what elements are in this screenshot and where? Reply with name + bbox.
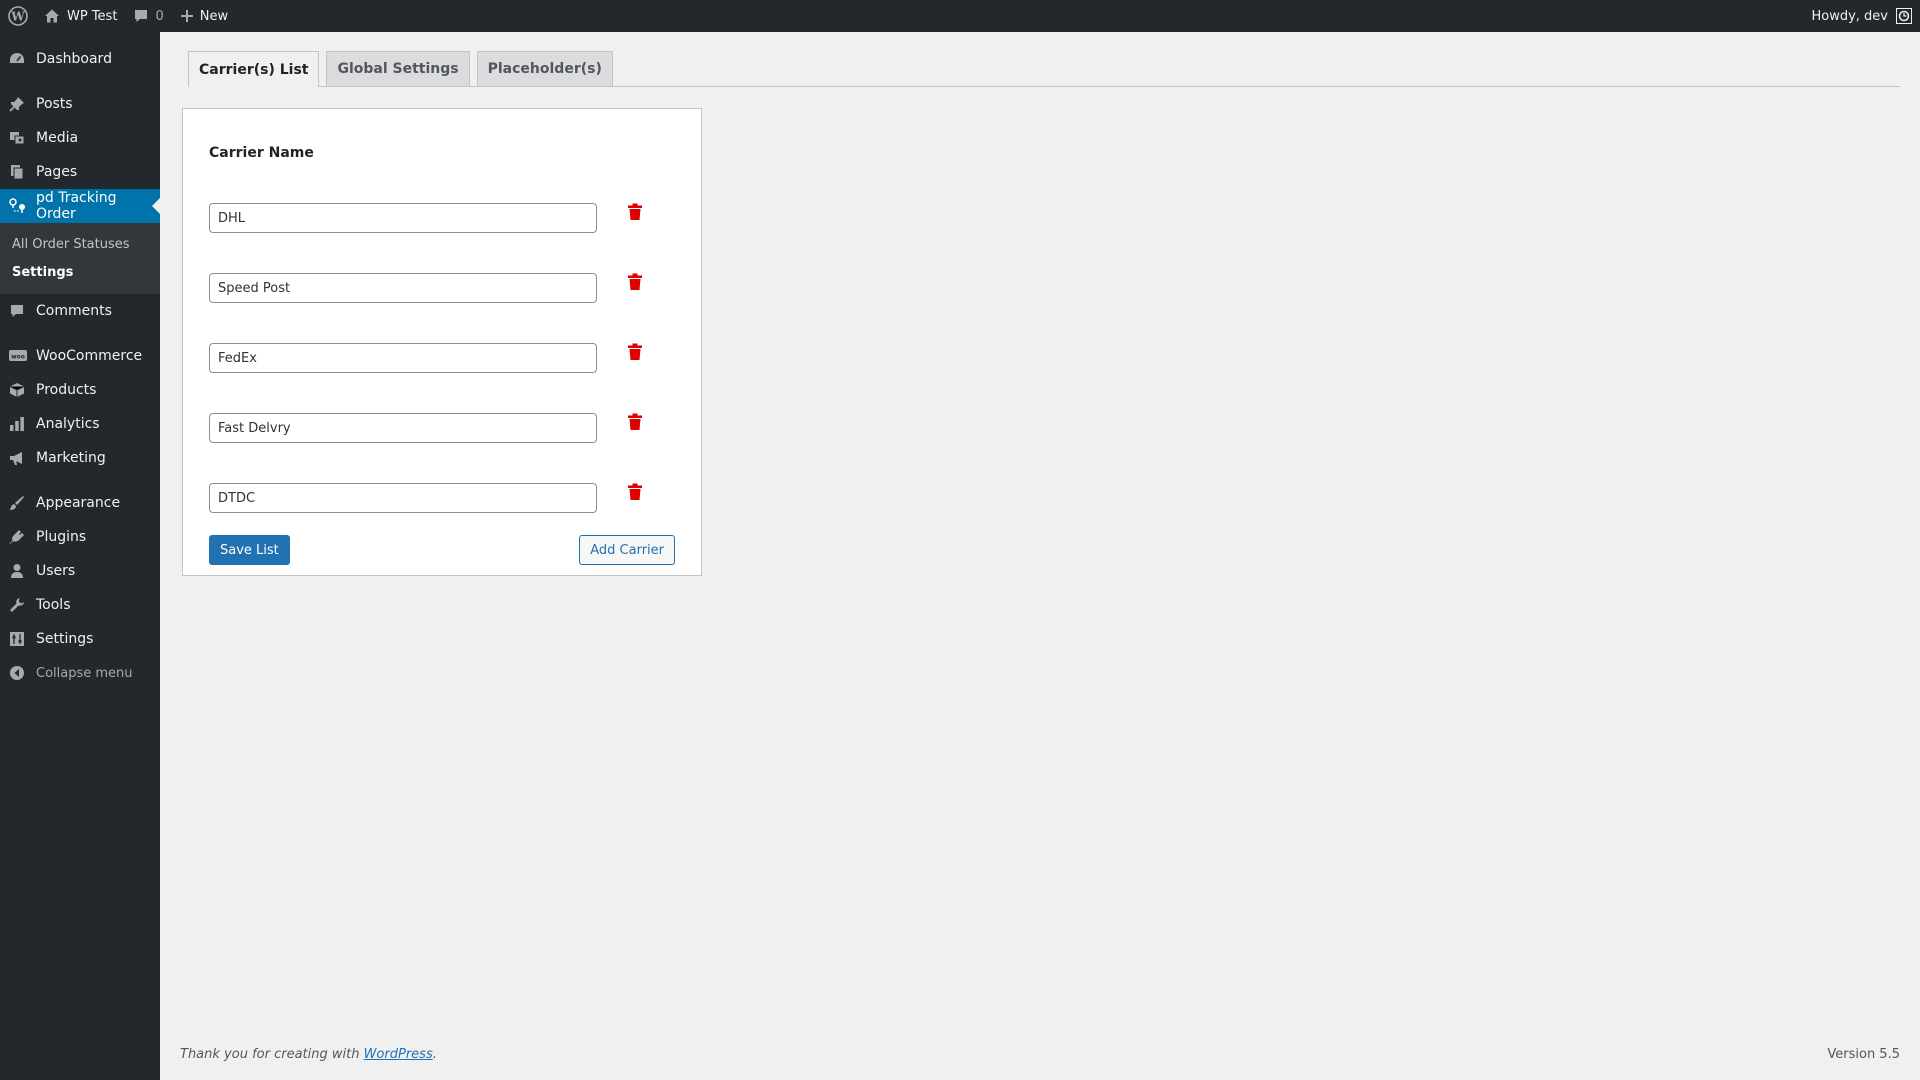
sidebar-item-label: Comments: [36, 303, 112, 319]
submenu-item-all-order-statuses[interactable]: All Order Statuses: [0, 230, 160, 258]
pages-icon: [9, 164, 25, 180]
settings-tabs: Carrier(s) List Global Settings Placehol…: [188, 51, 1900, 87]
sidebar-item-products[interactable]: Products: [0, 373, 160, 407]
sidebar-item-settings[interactable]: Settings: [0, 622, 160, 656]
location-icon: [9, 198, 25, 214]
carrier-name-input[interactable]: [209, 343, 597, 373]
admin-sidebar: Dashboard Posts Media Pages pd Tracking …: [0, 32, 160, 1080]
sliders-icon: [9, 631, 25, 647]
sidebar-item-label: Posts: [36, 96, 73, 112]
sidebar-item-pages[interactable]: Pages: [0, 155, 160, 189]
sidebar-item-plugins[interactable]: Plugins: [0, 520, 160, 554]
tab-global-settings[interactable]: Global Settings: [326, 51, 470, 86]
trash-icon[interactable]: [627, 483, 643, 503]
sidebar-item-analytics[interactable]: Analytics: [0, 407, 160, 441]
media-icon: [9, 130, 25, 146]
megaphone-icon: [9, 450, 25, 466]
footer-thank-you-suffix: .: [432, 1047, 437, 1062]
sidebar-item-dashboard[interactable]: Dashboard: [0, 42, 160, 76]
sidebar-item-label: Users: [36, 563, 76, 579]
trash-icon[interactable]: [627, 413, 643, 433]
save-list-button[interactable]: Save List: [209, 535, 290, 565]
pin-icon: [9, 96, 25, 112]
home-icon: [44, 8, 60, 24]
sidebar-item-label: Tools: [36, 597, 71, 613]
howdy-text: Howdy, dev: [1811, 8, 1888, 24]
carrier-list-panel: Carrier Name DHL Speed Post FedEx Fast D…: [182, 108, 702, 576]
sidebar-item-label: Dashboard: [36, 51, 112, 67]
sidebar-item-users[interactable]: Users: [0, 554, 160, 588]
sidebar-item-label: WooCommerce: [36, 348, 143, 364]
admin-bar: W WP Test 0 New Howdy, dev: [0, 0, 1920, 32]
trash-icon[interactable]: [627, 343, 643, 363]
comment-icon: [9, 303, 25, 319]
wrench-icon: [9, 597, 25, 613]
footer-thank-you-prefix: Thank you for creating with: [180, 1047, 364, 1062]
carrier-name-input[interactable]: [209, 273, 597, 303]
collapse-arrow-icon: [9, 665, 25, 681]
collapse-menu-label: Collapse menu: [36, 665, 133, 681]
carrier-name-heading: Carrier Name: [209, 145, 314, 161]
new-content-link[interactable]: New: [172, 0, 236, 32]
comments-link[interactable]: 0: [125, 0, 171, 32]
sidebar-item-marketing[interactable]: Marketing: [0, 441, 160, 475]
carrier-name-input[interactable]: [209, 203, 597, 233]
trash-icon[interactable]: [627, 273, 643, 293]
wordpress-link[interactable]: WordPress: [364, 1047, 433, 1062]
carrier-row: [209, 343, 677, 373]
new-label: New: [199, 8, 229, 24]
wordpress-logo-icon[interactable]: W: [0, 0, 36, 32]
carrier-row: [209, 273, 677, 303]
carrier-row: [209, 203, 677, 233]
site-name: WP Test: [67, 8, 118, 24]
brush-icon: [9, 495, 25, 511]
carrier-name-input[interactable]: [209, 413, 597, 443]
avatar-icon: [1896, 8, 1912, 24]
sidebar-item-label: Pages: [36, 164, 78, 180]
sidebar-item-comments[interactable]: Comments: [0, 294, 160, 328]
tab-placeholders[interactable]: Placeholder(s): [476, 51, 613, 86]
add-carrier-button[interactable]: Add Carrier: [579, 535, 675, 565]
sidebar-item-posts[interactable]: Posts: [0, 87, 160, 121]
sidebar-item-label: Analytics: [36, 416, 100, 432]
sidebar-item-label: Plugins: [36, 529, 87, 545]
account-menu[interactable]: Howdy, dev: [1811, 0, 1920, 32]
comments-count: 0: [155, 8, 164, 24]
collapse-menu-button[interactable]: Collapse menu: [0, 656, 160, 690]
svg-text:woo: woo: [11, 354, 25, 361]
sidebar-item-media[interactable]: Media: [0, 121, 160, 155]
box-icon: [9, 382, 25, 398]
tracking-order-submenu: All Order Statuses Settings: [0, 223, 160, 294]
sidebar-item-appearance[interactable]: Appearance: [0, 486, 160, 520]
footer-thank-you: Thank you for creating with WordPress.: [180, 1047, 437, 1062]
sidebar-item-label: pd Tracking Order: [36, 190, 117, 222]
plug-icon: [9, 529, 25, 545]
main-content: Carrier(s) List Global Settings Placehol…: [160, 32, 1920, 1080]
footer-version: Version 5.5: [1827, 1047, 1900, 1062]
trash-icon[interactable]: [627, 203, 643, 223]
sidebar-item-label: Settings: [36, 631, 94, 647]
tab-carriers-list[interactable]: Carrier(s) List: [188, 51, 320, 87]
user-icon: [9, 563, 25, 579]
plus-icon: [180, 9, 194, 23]
sidebar-item-tools[interactable]: Tools: [0, 588, 160, 622]
comment-bubble-icon: [133, 8, 149, 24]
svg-text:W: W: [10, 10, 25, 24]
sidebar-item-woocommerce[interactable]: woo WooCommerce: [0, 339, 160, 373]
carrier-name-input[interactable]: [209, 483, 597, 513]
sidebar-item-pd-tracking-order[interactable]: pd Tracking Order: [0, 189, 160, 223]
sidebar-item-label: Media: [36, 130, 79, 146]
site-name-link[interactable]: WP Test: [36, 0, 125, 32]
sidebar-item-label: Appearance: [36, 495, 121, 511]
woo-icon: woo: [9, 348, 27, 364]
carrier-row: [209, 413, 677, 443]
carrier-row: [209, 483, 677, 513]
sidebar-item-label: Marketing: [36, 450, 106, 466]
dashboard-icon: [9, 51, 25, 67]
submenu-item-settings[interactable]: Settings: [0, 258, 160, 286]
sidebar-item-label: Products: [36, 382, 97, 398]
bar-chart-icon: [9, 416, 25, 432]
